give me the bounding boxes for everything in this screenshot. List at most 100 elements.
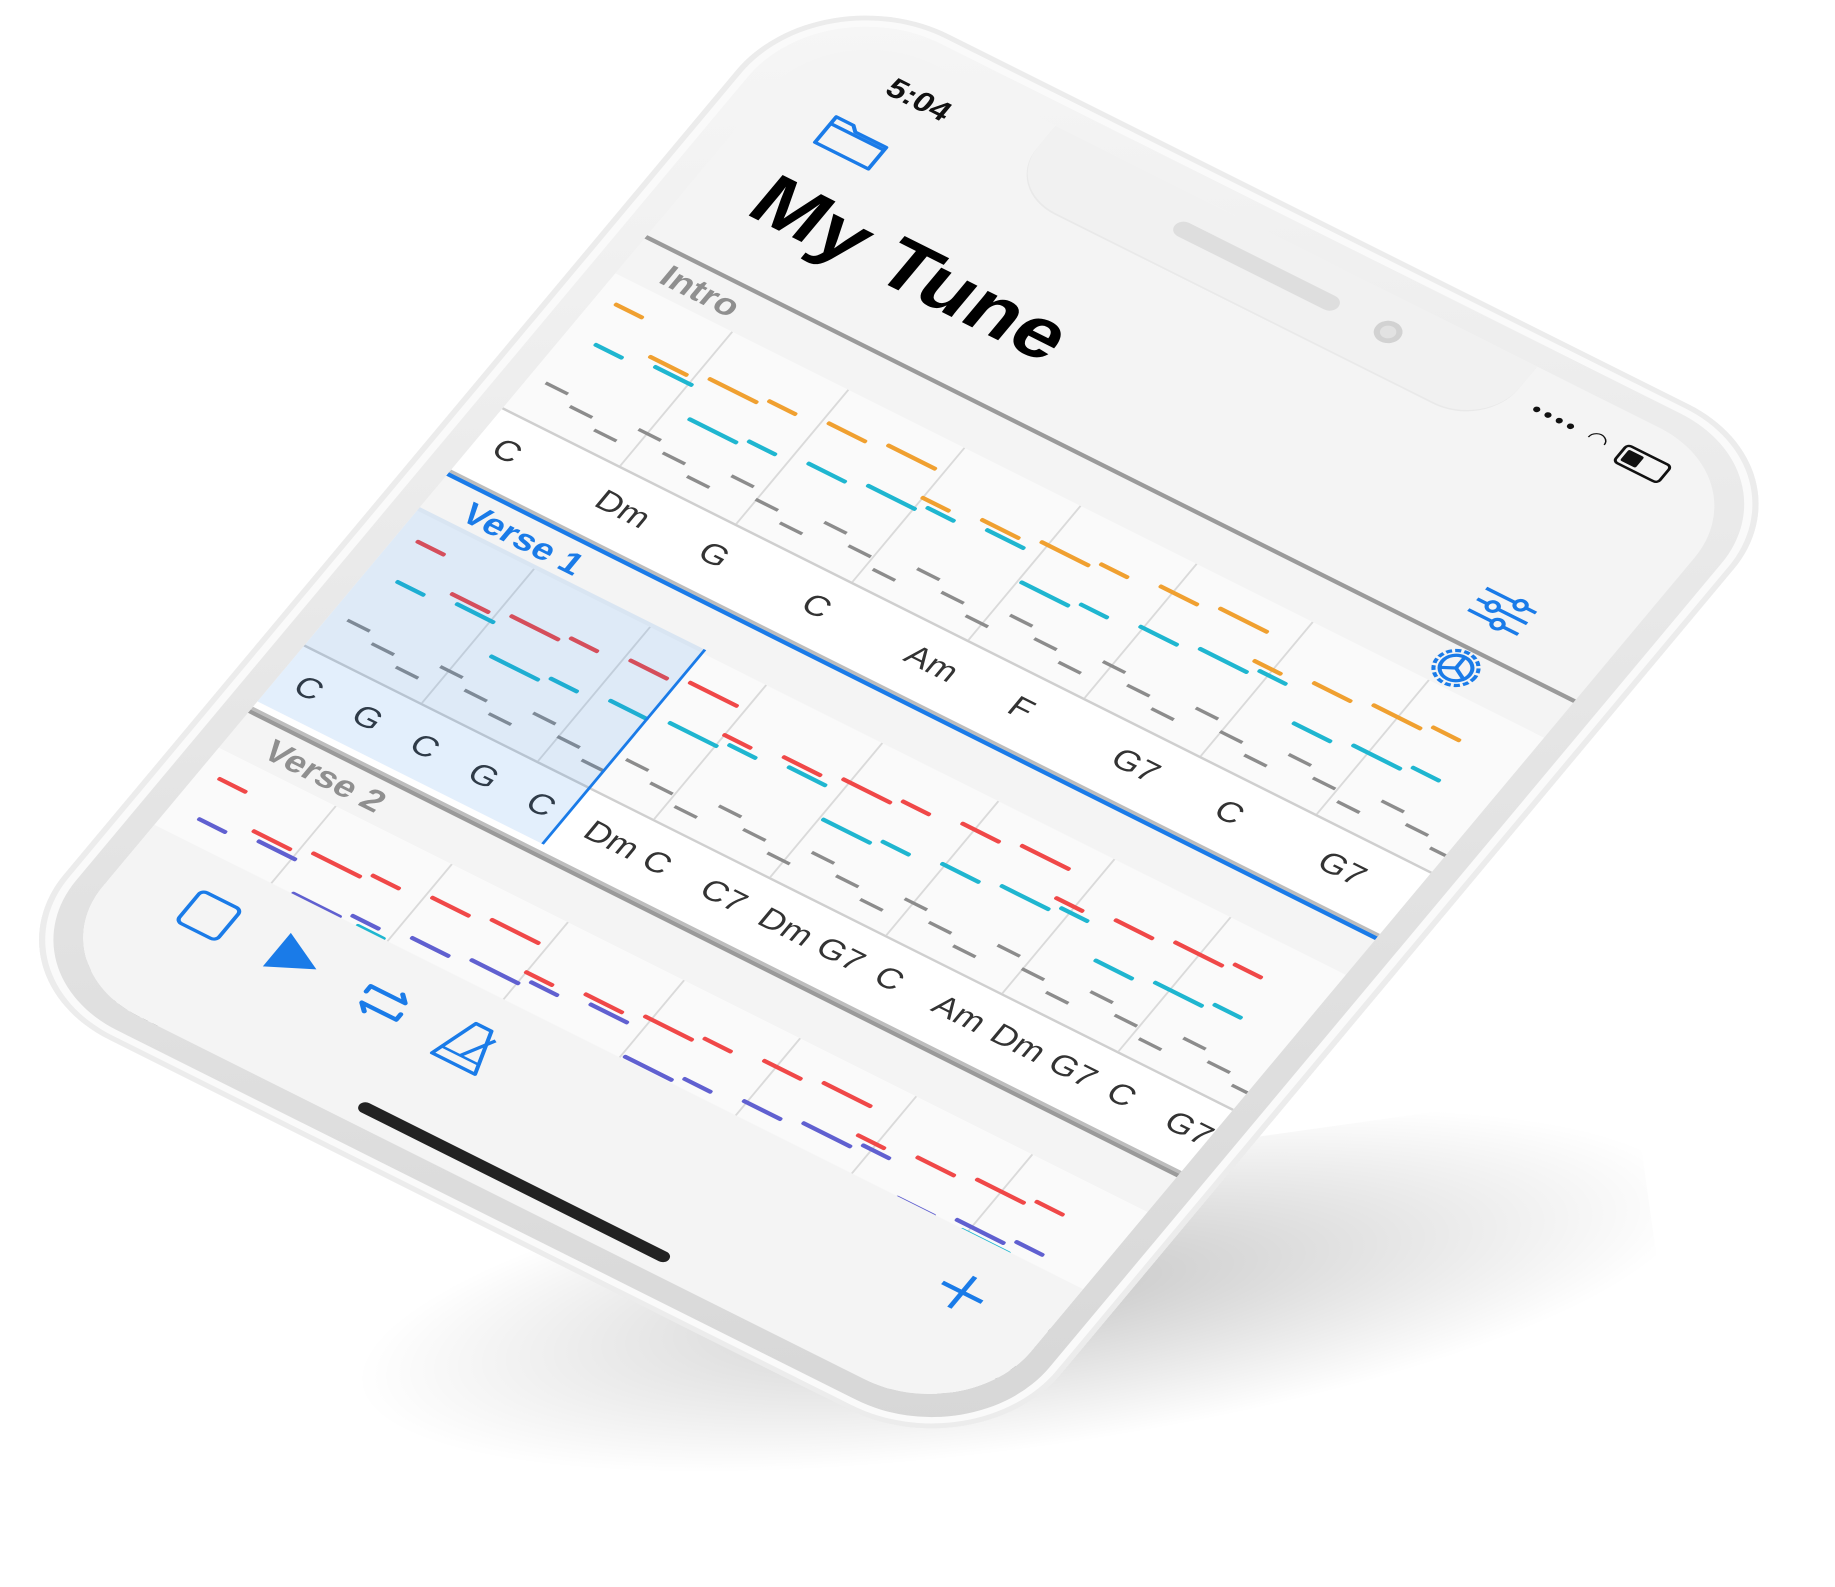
note-mark bbox=[820, 1080, 874, 1109]
note-mark bbox=[196, 816, 229, 835]
chord-symbol[interactable]: G7 bbox=[1103, 741, 1168, 790]
note-mark bbox=[899, 798, 932, 817]
drum-hit bbox=[754, 497, 780, 512]
bar-divider bbox=[721, 1391, 835, 1430]
drum-hit bbox=[1089, 990, 1114, 1005]
bar-divider bbox=[885, 800, 1000, 936]
repeat-icon[interactable] bbox=[343, 972, 425, 1034]
drum-hit bbox=[649, 781, 674, 796]
drum-hit bbox=[1182, 1036, 1207, 1051]
note-mark bbox=[1290, 720, 1334, 744]
drum-hit bbox=[1044, 990, 1070, 1005]
chord-symbol[interactable]: G bbox=[690, 535, 738, 575]
note-mark bbox=[805, 461, 848, 485]
chord-symbol[interactable]: Dm bbox=[587, 483, 659, 535]
drum-hit bbox=[685, 475, 711, 489]
drum-hit bbox=[1243, 753, 1268, 768]
note-mark bbox=[885, 442, 938, 472]
note-mark bbox=[701, 1036, 734, 1055]
note-mark bbox=[1231, 962, 1264, 980]
drum-hit bbox=[871, 567, 897, 582]
chord-symbol[interactable]: C bbox=[634, 843, 680, 882]
bar-divider bbox=[619, 331, 734, 467]
chord-symbol[interactable]: Dm bbox=[576, 814, 648, 866]
note-mark bbox=[468, 957, 522, 986]
chord-symbol[interactable]: Dm bbox=[750, 901, 822, 953]
chord-symbol[interactable]: C bbox=[866, 959, 912, 998]
drum-hit bbox=[1336, 800, 1361, 814]
folder-icon[interactable] bbox=[809, 108, 898, 173]
drum-hit bbox=[859, 897, 884, 912]
drum-hit bbox=[1113, 1013, 1139, 1028]
drum-hit bbox=[1194, 706, 1220, 721]
stage: 5:04 •••• ◠ My Tune Intro C Dm G C Am F … bbox=[0, 0, 1835, 1587]
drum-hit bbox=[568, 405, 594, 419]
status-time: 5:04 bbox=[878, 72, 959, 128]
note-mark bbox=[939, 861, 982, 885]
note-mark bbox=[1092, 957, 1135, 982]
note-mark bbox=[1098, 561, 1131, 580]
note-mark bbox=[1077, 601, 1110, 620]
chord-symbol[interactable]: C bbox=[1099, 1075, 1144, 1114]
drum-hit bbox=[1311, 776, 1337, 791]
drum-hit bbox=[823, 520, 848, 535]
stop-icon[interactable] bbox=[171, 886, 248, 945]
chord-symbol[interactable]: C bbox=[794, 586, 839, 625]
chord-symbol[interactable]: Am bbox=[924, 988, 994, 1039]
chord-symbol[interactable]: Dm bbox=[982, 1017, 1054, 1069]
drum-hit bbox=[778, 521, 804, 536]
front-camera bbox=[1368, 316, 1408, 348]
drum-hit bbox=[940, 590, 965, 605]
bar-divider bbox=[1083, 563, 1198, 699]
chord-symbol[interactable]: C bbox=[1206, 793, 1252, 832]
drum-hit bbox=[952, 944, 977, 959]
bar-divider bbox=[36, 1042, 139, 1178]
chord-symbol[interactable]: C bbox=[484, 431, 530, 470]
note-mark bbox=[216, 776, 249, 795]
note-mark bbox=[1217, 606, 1270, 635]
drum-hit bbox=[742, 827, 767, 842]
note-mark bbox=[1172, 939, 1225, 969]
sliders-icon[interactable] bbox=[1461, 581, 1543, 643]
drum-hit bbox=[1206, 1060, 1232, 1075]
note-mark bbox=[800, 1120, 854, 1149]
note-mark bbox=[1033, 1199, 1066, 1218]
drum-hit bbox=[1057, 660, 1082, 675]
note-mark bbox=[1112, 917, 1156, 941]
bar-divider bbox=[1315, 679, 1430, 815]
note-mark bbox=[998, 883, 1052, 912]
chord-symbol[interactable]: C7 bbox=[692, 872, 756, 920]
note-mark bbox=[766, 398, 799, 417]
bar-divider bbox=[1117, 916, 1232, 1052]
note-mark bbox=[369, 872, 402, 891]
drum-hit bbox=[1218, 730, 1244, 744]
note-mark bbox=[293, 1186, 336, 1210]
chord-symbol[interactable]: G7 bbox=[1040, 1046, 1105, 1095]
chord-symbol[interactable]: G7 bbox=[808, 930, 873, 979]
chord-symbol[interactable]: Am bbox=[897, 638, 966, 689]
drum-hit bbox=[1033, 637, 1058, 652]
bar-divider bbox=[256, 1158, 371, 1294]
phone-frame: 5:04 •••• ◠ My Tune Intro C Dm G C Am F … bbox=[0, 0, 1818, 1474]
play-icon[interactable] bbox=[255, 928, 336, 991]
signal-icon: •••• bbox=[1524, 397, 1587, 440]
drum-hit bbox=[1020, 967, 1046, 982]
note-mark bbox=[687, 680, 740, 709]
notch bbox=[1004, 125, 1538, 429]
metronome-icon[interactable] bbox=[426, 1012, 511, 1078]
drum-hit bbox=[1287, 753, 1313, 767]
drum-hit bbox=[847, 544, 872, 559]
note-mark bbox=[488, 917, 542, 946]
note-mark bbox=[1430, 724, 1463, 743]
wifi-icon: ◠ bbox=[1579, 424, 1620, 457]
note-mark bbox=[1013, 1239, 1046, 1258]
drum-hit bbox=[810, 850, 836, 865]
note-mark bbox=[974, 1177, 1027, 1206]
note-mark bbox=[1370, 702, 1424, 731]
note-mark bbox=[879, 839, 912, 858]
chord-symbol[interactable]: F bbox=[1000, 689, 1043, 727]
note-mark bbox=[642, 1013, 695, 1043]
drum-hit bbox=[1126, 683, 1151, 698]
chord-symbol[interactable]: G7 bbox=[1310, 844, 1374, 893]
plus-icon[interactable] bbox=[924, 1263, 1001, 1322]
